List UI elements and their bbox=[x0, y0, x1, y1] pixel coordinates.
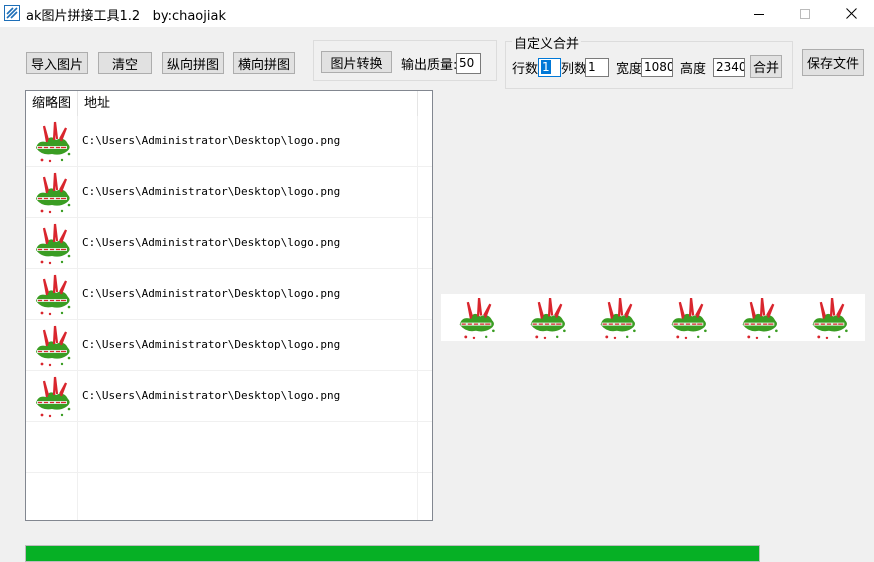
width-input[interactable]: 1080 bbox=[641, 58, 673, 77]
merge-button[interactable]: 合并 bbox=[750, 55, 782, 78]
row-thumbnail bbox=[30, 271, 74, 317]
close-button[interactable] bbox=[828, 0, 874, 27]
preview-tile bbox=[724, 294, 795, 341]
row-thumbnail bbox=[30, 169, 74, 215]
logo-thumbnail-icon bbox=[36, 274, 71, 316]
save-file-button[interactable]: 保存文件 bbox=[802, 49, 864, 76]
logo-thumbnail-icon bbox=[36, 172, 71, 214]
row-path: C:\Users\Administrator\Desktop\logo.png bbox=[82, 338, 341, 351]
column-header-path[interactable]: 地址 bbox=[78, 91, 418, 116]
logo-preview-icon bbox=[600, 297, 637, 340]
minimize-button[interactable] bbox=[736, 0, 782, 27]
logo-preview-icon bbox=[812, 297, 848, 340]
app-icon bbox=[4, 5, 20, 21]
cols-label: 列数 bbox=[561, 62, 588, 77]
preview-tile bbox=[441, 294, 512, 341]
list-header: 缩略图 地址 bbox=[26, 91, 432, 116]
horizontal-stitch-button[interactable]: 横向拼图 bbox=[233, 52, 295, 74]
row-path: C:\Users\Administrator\Desktop\logo.png bbox=[82, 287, 341, 300]
empty-row bbox=[26, 422, 432, 473]
table-row[interactable]: C:\Users\Administrator\Desktop\logo.png bbox=[26, 269, 432, 320]
logo-preview-icon bbox=[742, 297, 778, 340]
minimize-icon bbox=[754, 13, 764, 15]
logo-thumbnail-icon bbox=[36, 325, 71, 367]
preview-tile bbox=[653, 294, 724, 341]
empty-row bbox=[26, 473, 432, 520]
logo-preview-icon bbox=[530, 297, 566, 340]
stitch-preview bbox=[441, 294, 865, 341]
logo-preview-icon bbox=[671, 297, 707, 340]
rows-input[interactable]: 1 bbox=[538, 58, 561, 77]
width-label: 宽度 bbox=[616, 62, 643, 77]
row-thumbnail bbox=[30, 322, 74, 368]
table-row[interactable]: C:\Users\Administrator\Desktop\logo.png bbox=[26, 371, 432, 422]
progress-fill bbox=[26, 546, 759, 561]
rows-label: 行数 bbox=[512, 62, 539, 77]
image-list[interactable]: 缩略图 地址 C:\Users\Administrator\Desktop\lo… bbox=[25, 90, 433, 521]
cols-input[interactable]: 1 bbox=[585, 58, 609, 77]
custom-merge-title: 自定义合并 bbox=[512, 33, 582, 52]
progress-bar bbox=[25, 545, 760, 562]
rows-value: 1 bbox=[541, 60, 551, 74]
row-path: C:\Users\Administrator\Desktop\logo.png bbox=[82, 185, 341, 198]
quality-label: 输出质量: bbox=[401, 58, 458, 73]
row-path: C:\Users\Administrator\Desktop\logo.png bbox=[82, 134, 341, 147]
table-row[interactable]: C:\Users\Administrator\Desktop\logo.png bbox=[26, 116, 432, 167]
row-path: C:\Users\Administrator\Desktop\logo.png bbox=[82, 236, 341, 249]
height-label: 高度 bbox=[680, 62, 707, 77]
preview-tile bbox=[512, 294, 583, 341]
preview-tile bbox=[582, 294, 653, 341]
table-row[interactable]: C:\Users\Administrator\Desktop\logo.png bbox=[26, 167, 432, 218]
logo-thumbnail-icon bbox=[36, 376, 71, 418]
preview-tile bbox=[794, 294, 865, 341]
logo-thumbnail-icon bbox=[36, 223, 71, 265]
logo-thumbnail-icon bbox=[36, 121, 71, 163]
maximize-button[interactable] bbox=[782, 0, 828, 27]
maximize-icon bbox=[800, 8, 810, 19]
window-title: ak图片拼接工具1.2 by:chaojiak bbox=[26, 9, 226, 24]
row-path: C:\Users\Administrator\Desktop\logo.png bbox=[82, 389, 341, 402]
height-input[interactable]: 2340 bbox=[713, 58, 745, 77]
import-image-button[interactable]: 导入图片 bbox=[26, 52, 88, 74]
close-icon bbox=[845, 8, 857, 19]
convert-image-button[interactable]: 图片转换 bbox=[321, 51, 392, 73]
vertical-stitch-button[interactable]: 纵向拼图 bbox=[162, 52, 224, 74]
row-thumbnail bbox=[30, 373, 74, 419]
table-row[interactable]: C:\Users\Administrator\Desktop\logo.png bbox=[26, 320, 432, 371]
title-bar: ak图片拼接工具1.2 by:chaojiak bbox=[0, 0, 874, 27]
logo-preview-icon bbox=[459, 297, 495, 340]
clear-button[interactable]: 清空 bbox=[98, 52, 152, 74]
column-header-thumbnail[interactable]: 缩略图 bbox=[26, 91, 78, 116]
table-row[interactable]: C:\Users\Administrator\Desktop\logo.png bbox=[26, 218, 432, 269]
row-thumbnail bbox=[30, 118, 74, 164]
quality-input[interactable]: 50 bbox=[456, 53, 481, 74]
row-thumbnail bbox=[30, 220, 74, 266]
